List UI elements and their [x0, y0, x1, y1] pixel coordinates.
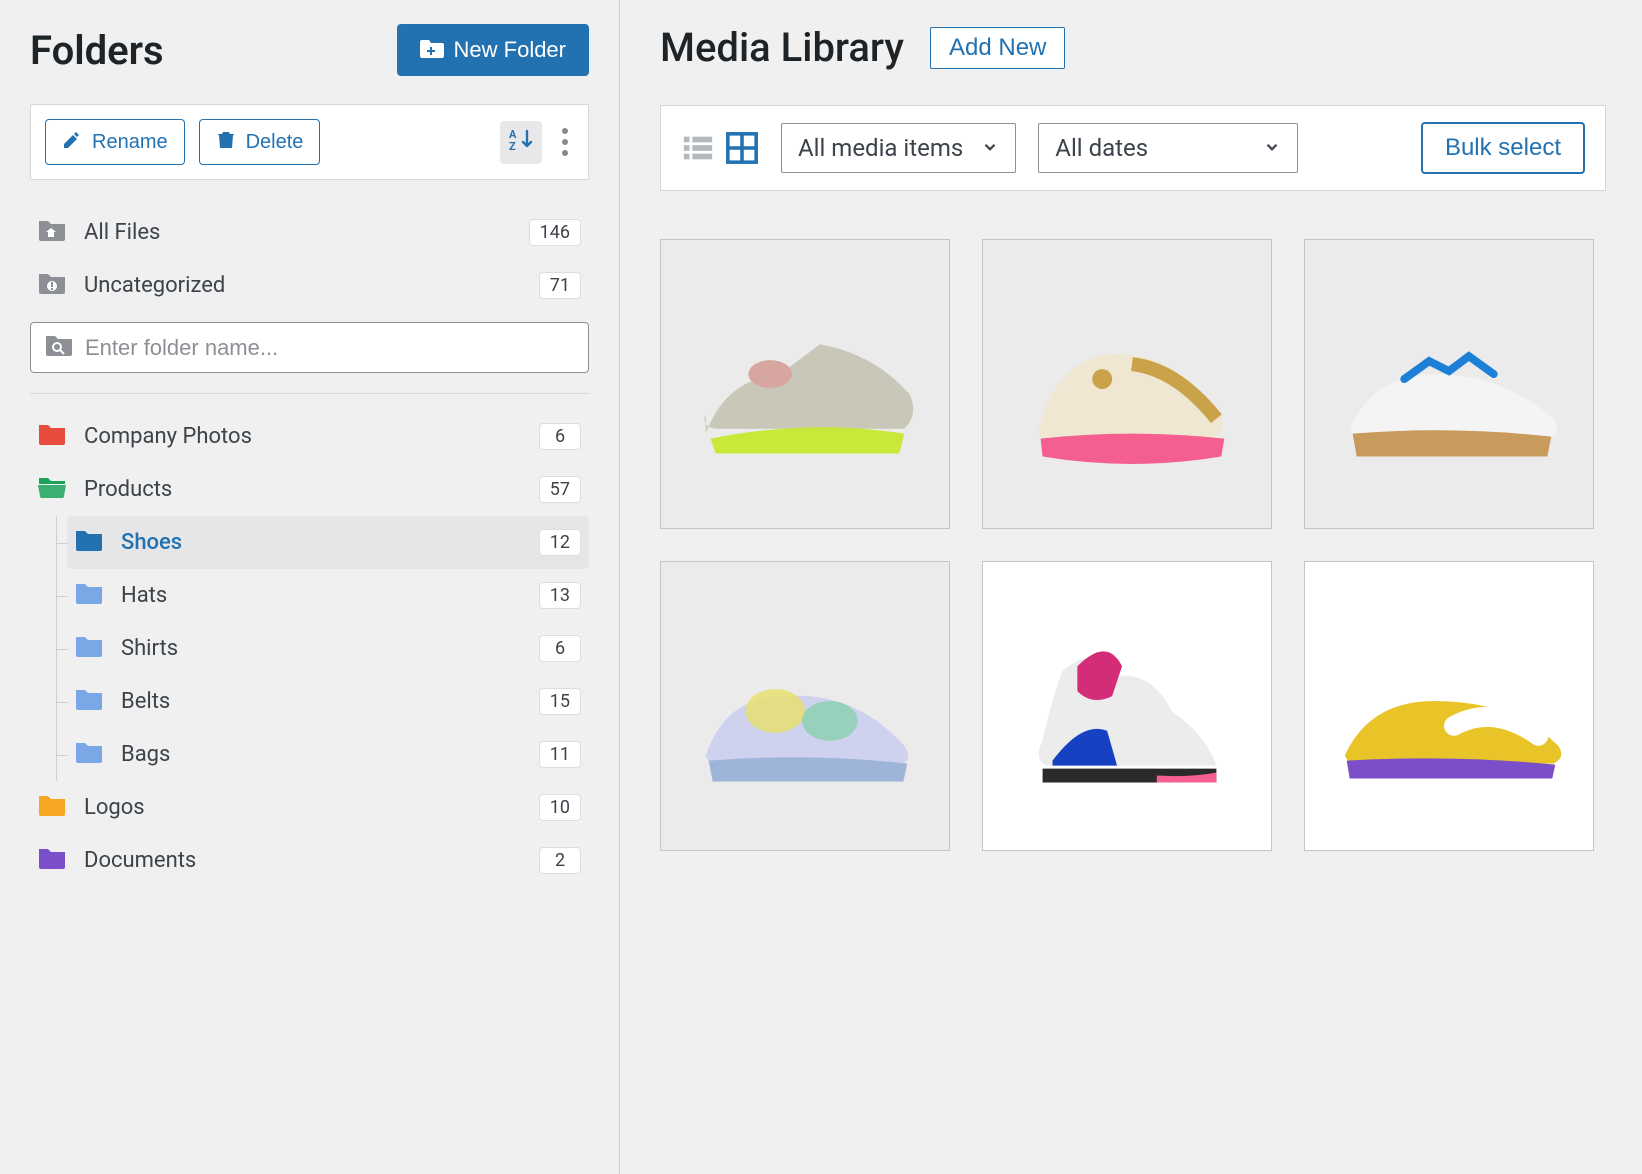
folder-label: Documents: [84, 848, 196, 873]
folder-label: Logos: [84, 795, 145, 820]
media-thumb[interactable]: [982, 239, 1272, 529]
folder-shoes[interactable]: Shoes 12: [67, 516, 589, 569]
folder-open-icon: [38, 475, 66, 504]
main-header: Media Library Add New: [660, 24, 1606, 71]
folder-icon: [38, 793, 66, 822]
media-grid: [660, 239, 1606, 851]
folder-count: 2: [539, 847, 581, 874]
list-view-icon: [681, 131, 715, 165]
folder-products[interactable]: Products 57: [30, 463, 589, 516]
rename-label: Rename: [92, 132, 168, 152]
divider: [30, 393, 589, 394]
folder-icon: [75, 740, 103, 769]
folder-count: 11: [539, 741, 581, 768]
folder-documents[interactable]: Documents 2: [30, 834, 589, 887]
media-library-main: Media Library Add New All media items: [620, 0, 1642, 1174]
grid-view-icon: [725, 131, 759, 165]
search-folder-icon: [45, 333, 73, 362]
folder-count: 10: [539, 794, 581, 821]
folder-label: Belts: [121, 689, 170, 714]
new-folder-label: New Folder: [454, 39, 566, 61]
media-thumb[interactable]: [1304, 561, 1594, 851]
folder-hats[interactable]: Hats 13: [67, 569, 589, 622]
folder-count: 6: [539, 423, 581, 450]
media-thumb[interactable]: [660, 561, 950, 851]
folder-bags[interactable]: Bags 11: [67, 728, 589, 781]
trash-icon: [216, 130, 236, 154]
grid-view-button[interactable]: [725, 131, 759, 165]
folder-belts[interactable]: Belts 15: [67, 675, 589, 728]
folder-label: Products: [84, 477, 172, 502]
folder-icon: [75, 687, 103, 716]
folder-logos[interactable]: Logos 10: [30, 781, 589, 834]
folder-count: 15: [539, 688, 581, 715]
media-library-title: Media Library: [660, 24, 904, 71]
folders-title: Folders: [30, 27, 164, 74]
folder-label: Bags: [121, 742, 170, 767]
folder-label: Shoes: [121, 530, 182, 555]
folder-count: 6: [539, 635, 581, 662]
folder-icon: [75, 581, 103, 610]
sidebar-header: Folders New Folder: [30, 24, 589, 76]
sort-az-button[interactable]: A Z: [500, 121, 542, 164]
uncategorized-count: 71: [539, 272, 581, 299]
media-thumb[interactable]: [660, 239, 950, 529]
bulk-select-button[interactable]: Bulk select: [1421, 122, 1585, 174]
shoe-image-icon: [983, 240, 1271, 528]
alert-folder-icon: [38, 271, 66, 300]
folder-search-input[interactable]: [85, 335, 574, 361]
folder-count: 13: [539, 582, 581, 609]
svg-text:Z: Z: [509, 140, 516, 153]
folder-icon: [75, 528, 103, 557]
all-files-count: 146: [529, 219, 581, 246]
new-folder-button[interactable]: New Folder: [397, 24, 589, 76]
folder-label: Shirts: [121, 636, 178, 661]
system-folders: All Files 146 Uncategorized 71: [30, 206, 589, 312]
home-folder-icon: [38, 218, 66, 247]
uncategorized-label: Uncategorized: [84, 273, 225, 298]
folders-sidebar: Folders New Folder Rename: [0, 0, 620, 1174]
shoe-image-icon: [661, 240, 949, 528]
all-files-item[interactable]: All Files 146: [30, 206, 589, 259]
more-options-button[interactable]: [556, 122, 574, 162]
list-view-button[interactable]: [681, 131, 715, 165]
media-type-value: All media items: [798, 134, 963, 162]
chevron-down-icon: [981, 134, 999, 162]
view-toggle: [681, 131, 759, 165]
folder-search[interactable]: [30, 322, 589, 373]
date-filter[interactable]: All dates: [1038, 123, 1298, 173]
media-thumb[interactable]: [1304, 239, 1594, 529]
delete-button[interactable]: Delete: [199, 119, 321, 165]
rename-button[interactable]: Rename: [45, 119, 185, 165]
shoe-image-icon: [661, 562, 949, 850]
uncategorized-item[interactable]: Uncategorized 71: [30, 259, 589, 312]
filter-bar: All media items All dates Bulk select: [660, 105, 1606, 191]
media-type-filter[interactable]: All media items: [781, 123, 1016, 173]
folder-label: Company Photos: [84, 424, 252, 449]
folder-company-photos[interactable]: Company Photos 6: [30, 410, 589, 463]
shoe-image-icon: [983, 562, 1271, 850]
add-new-button[interactable]: Add New: [930, 27, 1065, 69]
shoe-image-icon: [1305, 240, 1593, 528]
folder-count: 57: [539, 476, 581, 503]
folder-icon: [75, 634, 103, 663]
delete-label: Delete: [246, 132, 304, 152]
folder-icon: [38, 846, 66, 875]
folder-tree: Company Photos 6 Products 57 Shoes 12: [30, 410, 589, 887]
chevron-down-icon: [1263, 134, 1281, 162]
folder-shirts[interactable]: Shirts 6: [67, 622, 589, 675]
folder-label: Hats: [121, 583, 167, 608]
date-filter-value: All dates: [1055, 134, 1148, 162]
all-files-label: All Files: [84, 220, 160, 245]
folder-plus-icon: [420, 37, 444, 63]
folder-count: 12: [539, 529, 581, 556]
sort-az-icon: A Z: [508, 127, 534, 158]
media-thumb[interactable]: [982, 561, 1272, 851]
shoe-image-icon: [1305, 562, 1593, 850]
pencil-icon: [62, 130, 82, 154]
folder-toolbar: Rename Delete A Z: [30, 104, 589, 180]
folder-icon: [38, 422, 66, 451]
